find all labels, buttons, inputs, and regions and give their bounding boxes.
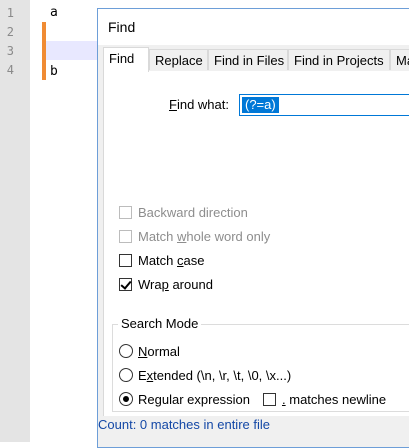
line-number-gutter: 1 2 3 4 [0,0,31,442]
tab-mark[interactable]: Ma [390,49,409,70]
line-number: 2 [6,25,14,39]
backward-direction-checkbox[interactable]: Backward direction [119,204,248,220]
line-number: 4 [6,63,14,77]
match-case-checkbox[interactable]: Match case [119,252,204,268]
find-what-combobox[interactable]: (?=a) [239,94,409,116]
find-what-label-accel: F [169,97,177,112]
backward-direction-label: Backward direction [138,204,248,220]
find-dialog: Find Find Replace Find in Files Find in … [97,8,409,448]
checkbox-box [119,205,132,219]
line-number: 1 [6,6,14,20]
search-mode-title: Search Mode [118,316,202,331]
tab-find[interactable]: Find [103,47,149,72]
tab-find-in-projects[interactable]: Find in Projects [288,49,390,70]
checkbox-box [119,253,132,267]
match-case-label: Match case [138,252,205,268]
tab-replace[interactable]: Replace [149,49,208,70]
regex-mode-radio[interactable]: Regular expression [119,390,250,408]
match-whole-word-checkbox[interactable]: Match whole word only [119,228,270,244]
find-panel: Find what: (?=a) Backward direction Matc… [103,71,409,416]
match-whole-word-label: Match whole word only [138,228,271,244]
normal-mode-label: Normal [138,343,180,359]
dialog-title: Find [108,19,136,35]
check-icon [120,277,132,290]
status-message: Count: 0 matches in entire file [98,417,270,432]
normal-mode-radio[interactable]: Normal [119,342,180,360]
checkbox-box [119,277,132,291]
checkbox-box [263,392,276,406]
dialog-titlebar[interactable]: Find [98,9,409,45]
find-what-value: (?=a) [242,97,279,113]
radio-selected-dot [123,396,129,402]
find-what-label: Find what: [169,97,229,112]
code-line[interactable]: a [50,5,58,20]
radio-circle [119,344,133,358]
tab-bar: Find Replace Find in Files Find in Proje… [103,47,409,72]
tab-find-in-files[interactable]: Find in Files [208,49,288,70]
matches-newline-checkbox[interactable]: . matches newline [263,390,386,408]
code-line[interactable]: b [50,64,58,79]
find-what-label-text: ind what: [176,97,229,112]
wrap-around-checkbox[interactable]: Wrap around [119,276,213,292]
wrap-around-label: Wrap around [138,276,213,292]
matches-newline-label: . matches newline [282,391,387,407]
radio-circle [119,368,133,382]
search-mode-group: Search Mode Normal Extended (\n, \r, \t,… [112,316,409,412]
radio-circle [119,392,133,406]
extended-mode-radio[interactable]: Extended (\n, \r, \t, \0, \x...) [119,366,291,384]
regex-mode-label: Regular expression [138,391,251,407]
extended-mode-label: Extended (\n, \r, \t, \0, \x...) [138,367,292,383]
checkbox-box [119,229,132,243]
line-number: 3 [6,44,14,58]
